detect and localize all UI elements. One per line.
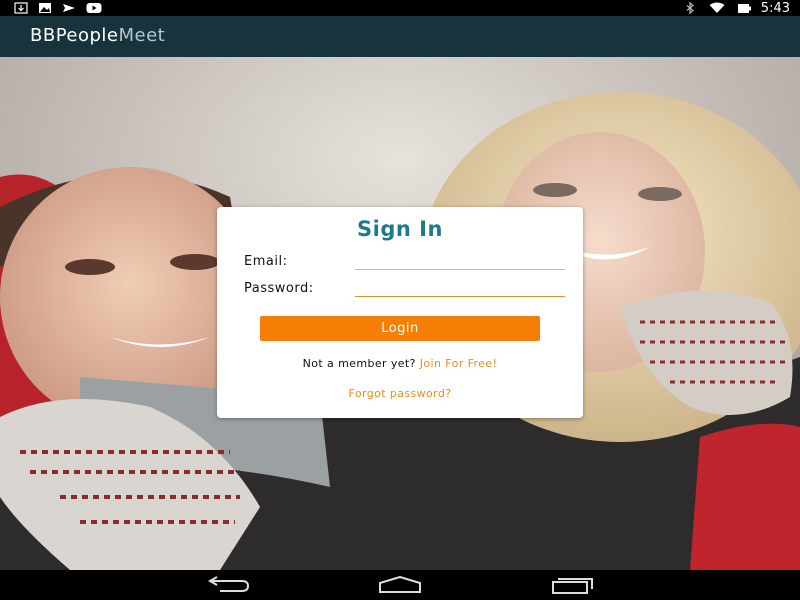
- status-left-icons: [14, 1, 102, 15]
- image-icon: [39, 3, 51, 13]
- password-field[interactable]: [355, 276, 565, 297]
- email-label: Email:: [244, 254, 288, 269]
- app-title-part2: Meet: [118, 25, 166, 46]
- home-icon[interactable]: [377, 576, 423, 594]
- bluetooth-icon: [686, 2, 694, 14]
- wifi-icon: [709, 2, 725, 13]
- status-time: 5:43: [760, 0, 790, 16]
- app-title-part1: BBPeople: [30, 25, 119, 46]
- sign-in-title: Sign In: [357, 217, 443, 241]
- password-label: Password:: [244, 281, 314, 296]
- status-bar: 5:43: [0, 0, 800, 16]
- recents-icon[interactable]: [549, 576, 595, 594]
- app-bar: BBPeopleMeet: [0, 16, 800, 57]
- login-button[interactable]: Login: [260, 316, 540, 341]
- navigation-bar: [0, 570, 800, 600]
- send-icon: [63, 4, 75, 12]
- join-link[interactable]: Join For Free!: [420, 357, 498, 370]
- battery-icon: [737, 4, 751, 13]
- member-prompt: Not a member yet?: [302, 357, 416, 370]
- forgot-password-link[interactable]: Forgot password?: [217, 387, 583, 400]
- status-right-icons: 5:43: [683, 0, 790, 16]
- back-icon[interactable]: [206, 576, 252, 594]
- youtube-icon: [86, 3, 102, 13]
- download-icon: [14, 2, 28, 14]
- join-row: Not a member yet? Join For Free!: [217, 357, 583, 370]
- sign-in-card: Sign In Email: Password: Login Not a mem…: [217, 207, 583, 418]
- email-field[interactable]: [355, 249, 565, 270]
- app-title: BBPeopleMeet: [30, 25, 165, 46]
